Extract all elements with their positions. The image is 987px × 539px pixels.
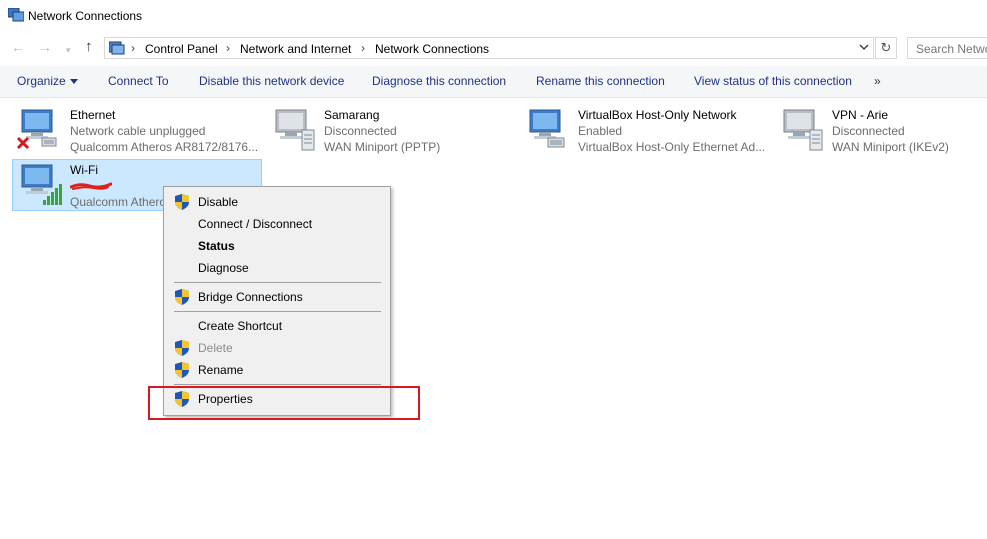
connection-ethernet[interactable]: Ethernet Network cable unplugged Qualcom… <box>12 104 262 156</box>
menu-item-label: Create Shortcut <box>198 319 283 333</box>
recent-locations-chevron-icon[interactable]: ▾ <box>66 42 71 58</box>
ethernet-adapter-icon <box>529 109 565 148</box>
more-commands-button[interactable]: » <box>874 74 881 88</box>
address-dropdown-chevron-icon[interactable] <box>859 42 869 52</box>
vpn-connection-icon <box>783 109 823 151</box>
connection-name: Ethernet <box>70 108 116 122</box>
connection-status: Network cable unplugged <box>70 124 206 138</box>
menu-item-bridge-connections[interactable]: Bridge Connections <box>164 286 390 308</box>
connection-name: Wi-Fi <box>70 163 98 177</box>
menu-item-disable[interactable]: Disable <box>164 191 390 213</box>
organize-button[interactable]: Organize <box>17 74 78 88</box>
diagnose-button[interactable]: Diagnose this connection <box>372 74 506 88</box>
connection-status: Disconnected <box>324 124 397 138</box>
menu-item-label: Disable <box>198 195 239 209</box>
breadcrumb-control-panel[interactable]: Control Panel <box>145 42 218 56</box>
connection-name: Samarang <box>324 108 380 122</box>
uac-shield-icon <box>175 362 189 378</box>
menu-item-create-shortcut[interactable]: Create Shortcut <box>164 315 390 337</box>
connect-to-button[interactable]: Connect To <box>108 74 169 88</box>
breadcrumb-network-and-internet[interactable]: Network and Internet <box>240 42 351 56</box>
annotation-highlight-box <box>148 386 420 420</box>
disable-device-button[interactable]: Disable this network device <box>199 74 344 88</box>
menu-separator <box>174 282 381 283</box>
connection-status: Enabled <box>578 124 623 138</box>
menu-separator <box>174 384 381 385</box>
refresh-icon[interactable]: ↻ <box>875 37 897 59</box>
menu-item-status[interactable]: Status <box>164 235 390 257</box>
menu-item-diagnose[interactable]: Diagnose <box>164 257 390 279</box>
connection-name: VPN - Arie <box>832 108 889 122</box>
network-connections-icon <box>8 8 24 22</box>
menu-separator <box>174 311 381 312</box>
breadcrumb-separator: › <box>226 41 230 55</box>
menu-item-label: Delete <box>198 341 233 355</box>
title-bar: Network Connections <box>0 0 987 32</box>
menu-item-label: Rename <box>198 363 244 377</box>
command-bar: Organize Connect To Disable this network… <box>0 66 987 98</box>
menu-item-label: Connect / Disconnect <box>198 217 313 231</box>
uac-shield-icon <box>175 340 189 356</box>
menu-item-label: Bridge Connections <box>198 290 303 304</box>
search-input[interactable]: Search Netwo <box>907 37 987 59</box>
menu-item-label: Diagnose <box>198 261 249 275</box>
address-bar[interactable]: › Control Panel › Network and Internet ›… <box>104 37 874 59</box>
chevron-down-icon <box>69 79 78 85</box>
wifi-adapter-icon <box>21 164 62 205</box>
navigation-bar: ← → ▾ ↑ › Control Panel › Network and In… <box>0 36 987 60</box>
connection-device: WAN Miniport (IKEv2) <box>832 140 949 154</box>
connection-device: VirtualBox Host-Only Ethernet Ad... <box>578 140 766 154</box>
organize-label: Organize <box>17 74 66 88</box>
menu-item-rename[interactable]: Rename <box>164 359 390 381</box>
forward-arrow-icon[interactable]: → <box>38 39 52 55</box>
control-panel-icon <box>109 41 125 55</box>
ethernet-disconnected-icon <box>16 109 57 150</box>
back-arrow-icon[interactable]: ← <box>11 39 25 55</box>
breadcrumb-separator: › <box>131 41 135 55</box>
vpn-connection-icon <box>275 109 315 151</box>
rename-button[interactable]: Rename this connection <box>536 74 665 88</box>
menu-item-delete: Delete <box>164 337 390 359</box>
menu-item-label: Status <box>198 239 235 253</box>
connection-device: Qualcomm Atheros AR8172/8176... <box>70 140 259 154</box>
connection-status: Disconnected <box>832 124 905 138</box>
connection-name: VirtualBox Host-Only Network <box>578 108 737 122</box>
uac-shield-icon <box>175 194 189 210</box>
connection-samarang[interactable]: Samarang Disconnected WAN Miniport (PPTP… <box>266 104 516 156</box>
connection-device: WAN Miniport (PPTP) <box>324 140 441 154</box>
context-menu: Disable Connect / Disconnect Status Diag… <box>163 186 391 416</box>
menu-item-connect-disconnect[interactable]: Connect / Disconnect <box>164 213 390 235</box>
breadcrumb-separator: › <box>361 41 365 55</box>
connection-vpn-arie[interactable]: VPN - Arie Disconnected WAN Miniport (IK… <box>774 104 984 156</box>
connection-virtualbox[interactable]: VirtualBox Host-Only Network Enabled Vir… <box>520 104 770 156</box>
window-title: Network Connections <box>28 9 143 23</box>
breadcrumb-network-connections[interactable]: Network Connections <box>375 42 489 56</box>
view-status-button[interactable]: View status of this connection <box>694 74 852 88</box>
uac-shield-icon <box>175 289 189 305</box>
redaction-scribble <box>70 182 112 190</box>
up-arrow-icon[interactable]: ↑ <box>85 39 93 55</box>
